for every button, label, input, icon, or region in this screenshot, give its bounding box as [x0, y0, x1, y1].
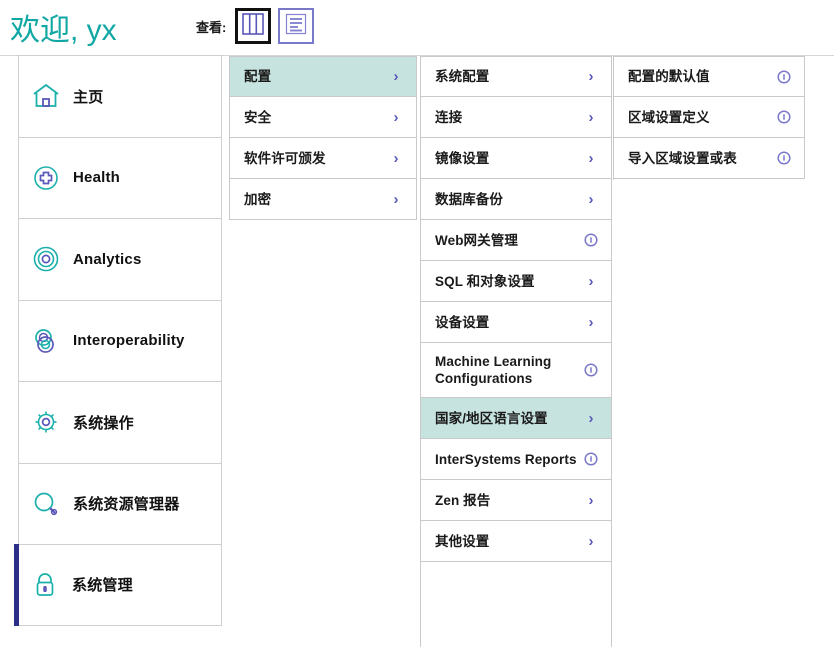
chevron-right-icon: › — [583, 274, 599, 289]
chevron-right-icon: › — [583, 151, 599, 166]
menu-item-zen-reports[interactable]: Zen 报告 › — [420, 480, 612, 521]
chevron-right-icon: › — [583, 192, 599, 207]
menu-item-import-locale-or-table[interactable]: 导入区域设置或表 — [613, 138, 805, 179]
menu-column-3-items: 配置的默认值 区域设置定义 导入区域设置或表 — [613, 56, 805, 179]
primary-sidebar: 主页 Health Analytics — [18, 55, 222, 626]
home-icon — [19, 80, 73, 112]
chevron-right-icon: › — [583, 534, 599, 549]
sidebar-item-home[interactable]: 主页 — [18, 55, 222, 137]
sidebar-item-system-explorer[interactable]: 系统资源管理器 — [18, 463, 222, 545]
menu-item-connectivity[interactable]: 连接 › — [420, 97, 612, 138]
sidebar-item-label: 系统管理 — [72, 574, 133, 595]
menu-item-machine-learning-configurations[interactable]: Machine Learning Configurations — [420, 343, 612, 398]
menu-item-sql-and-object-settings[interactable]: SQL 和对象设置 › — [420, 261, 612, 302]
chevron-right-icon: › — [388, 110, 404, 125]
list-view-button[interactable] — [278, 8, 314, 44]
sidebar-item-label: Analytics — [73, 251, 142, 268]
menu-item-web-gateway-management[interactable]: Web网关管理 — [420, 220, 612, 261]
chevron-right-icon: › — [583, 493, 599, 508]
menu-item-label: 数据库备份 — [435, 191, 577, 208]
menu-item-configuration[interactable]: 配置 › — [229, 56, 417, 97]
menu-item-encryption[interactable]: 加密 › — [229, 179, 417, 220]
menu-item-device-settings[interactable]: 设备设置 › — [420, 302, 612, 343]
sidebar-item-label: 主页 — [73, 86, 103, 107]
menu-item-label: 设备设置 — [435, 314, 577, 331]
menu-item-label: InterSystems Reports — [435, 451, 577, 468]
menu-item-label: 系统配置 — [435, 68, 577, 85]
sidebar-item-interoperability[interactable]: Interoperability — [18, 300, 222, 382]
menu-item-label: 软件许可颁发 — [244, 150, 382, 167]
columns-view-button[interactable] — [235, 8, 271, 44]
menu-column-1: 配置 › 安全 › 软件许可颁发 › 加密 › — [229, 56, 417, 220]
menu-item-label: 安全 — [244, 109, 382, 126]
menu-item-label: 国家/地区语言设置 — [435, 410, 577, 427]
sidebar-item-system-operation[interactable]: 系统操作 — [18, 381, 222, 463]
menu-item-label: 加密 — [244, 191, 382, 208]
menu-item-additional-settings[interactable]: 其他设置 › — [420, 521, 612, 562]
menu-item-system-configuration[interactable]: 系统配置 › — [420, 56, 612, 97]
menu-item-label: 其他设置 — [435, 533, 577, 550]
chevron-right-icon: › — [583, 411, 599, 426]
menu-item-national-language-settings[interactable]: 国家/地区语言设置 › — [420, 398, 612, 439]
interoperability-links-icon — [19, 325, 73, 357]
list-view-icon — [284, 12, 308, 41]
admin-portal-page: 欢迎, yx 查看: — [0, 0, 834, 647]
menu-item-licensing[interactable]: 软件许可颁发 › — [229, 138, 417, 179]
menu-column-2-items: 系统配置 › 连接 › 镜像设置 › 数据库备份 › Web网关管理 SQL 和… — [420, 56, 612, 562]
sidebar-item-label: 系统资源管理器 — [73, 493, 179, 514]
chevron-right-icon: › — [583, 69, 599, 84]
page-header: 欢迎, yx 查看: — [0, 0, 834, 56]
menu-item-mirror-settings[interactable]: 镜像设置 › — [420, 138, 612, 179]
menu-item-database-backup[interactable]: 数据库备份 › — [420, 179, 612, 220]
chevron-right-icon: › — [388, 69, 404, 84]
magnifier-icon — [19, 488, 73, 520]
view-switcher-label: 查看: — [196, 17, 226, 36]
menu-item-label: SQL 和对象设置 — [435, 273, 577, 290]
menu-item-locale-definitions[interactable]: 区域设置定义 — [613, 97, 805, 138]
menu-item-label: 连接 — [435, 109, 577, 126]
info-icon — [776, 70, 792, 84]
sidebar-item-label: Interoperability — [73, 332, 185, 349]
menu-item-label: 区域设置定义 — [628, 109, 770, 126]
info-icon — [583, 233, 599, 247]
health-cross-icon — [19, 162, 73, 194]
menu-item-security[interactable]: 安全 › — [229, 97, 417, 138]
menu-item-label: 配置 — [244, 68, 382, 85]
sidebar-item-analytics[interactable]: Analytics — [18, 218, 222, 300]
info-icon — [583, 363, 599, 377]
chevron-right-icon: › — [388, 192, 404, 207]
menu-item-label: 配置的默认值 — [628, 68, 770, 85]
welcome-message: 欢迎, yx — [10, 5, 117, 49]
menu-item-label: 导入区域设置或表 — [628, 150, 770, 167]
sidebar-item-health[interactable]: Health — [18, 137, 222, 219]
chevron-right-icon: › — [388, 151, 404, 166]
analytics-target-icon — [19, 243, 73, 275]
view-switcher: 查看: — [196, 8, 314, 44]
sidebar-item-label: 系统操作 — [73, 412, 134, 433]
menu-item-label: Zen 报告 — [435, 492, 577, 509]
menu-item-label: 镜像设置 — [435, 150, 577, 167]
menu-item-configuration-defaults[interactable]: 配置的默认值 — [613, 56, 805, 97]
info-icon — [776, 151, 792, 165]
chevron-right-icon: › — [583, 110, 599, 125]
sidebar-item-label: Health — [73, 169, 120, 186]
gear-icon — [19, 406, 73, 438]
sidebar-item-system-administration[interactable]: 系统管理 — [18, 544, 222, 626]
menu-item-label: Web网关管理 — [435, 232, 577, 249]
menu-item-label: Machine Learning Configurations — [435, 353, 577, 387]
info-icon — [776, 110, 792, 124]
columns-view-icon — [241, 12, 265, 41]
chevron-right-icon: › — [583, 315, 599, 330]
lock-icon — [18, 569, 72, 601]
info-icon — [583, 452, 599, 466]
menu-item-intersystems-reports[interactable]: InterSystems Reports — [420, 439, 612, 480]
